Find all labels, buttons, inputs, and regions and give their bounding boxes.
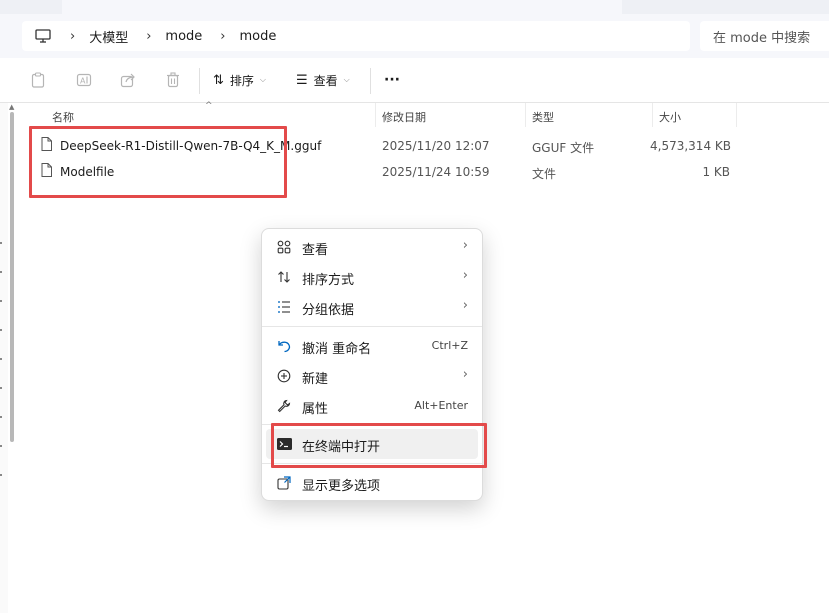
file-type: GGUF 文件 (532, 141, 595, 155)
menu-item-label: 分组依据 (302, 303, 355, 318)
sort-icon: ⇅ (213, 72, 224, 88)
view-icon: ☰ (296, 72, 308, 88)
chevron-right-icon[interactable]: › (146, 29, 151, 44)
column-header-row: ^ 名称 修改日期 类型 大小 (20, 101, 829, 127)
breadcrumb-item[interactable]: 大模型 (89, 27, 128, 46)
paste-icon[interactable] (28, 70, 48, 90)
nav-tick (0, 242, 2, 244)
chevron-right-icon[interactable]: › (220, 29, 225, 44)
address-bar-area: › 大模型 › mode › mode 在 mode 中搜索 (0, 14, 829, 58)
highlight-box-files (29, 126, 287, 198)
group-icon (276, 299, 292, 315)
chevron-right-icon: › (462, 367, 468, 382)
active-tab[interactable] (62, 0, 622, 14)
scroll-up-icon[interactable]: ▲ (9, 103, 14, 111)
column-divider[interactable] (375, 103, 376, 127)
nav-tick (0, 445, 2, 447)
menu-item-group-by[interactable]: 分组依据 › (266, 292, 478, 322)
file-modified: 2025/11/24 10:59 (382, 165, 490, 179)
toolbar-divider (199, 68, 200, 94)
chevron-down-icon: ⌵ (259, 75, 266, 84)
view-button[interactable]: ☰ 查看 ⌵ (296, 70, 350, 90)
rename-icon[interactable]: A (74, 70, 94, 90)
share-icon[interactable] (118, 70, 138, 90)
breadcrumb-item[interactable]: mode (165, 29, 202, 44)
undo-icon (276, 338, 292, 354)
column-header-name[interactable]: 名称 (52, 109, 74, 125)
sort-icon (276, 269, 292, 285)
menu-item-label: 属性 (302, 402, 329, 417)
menu-item-show-more-options[interactable]: 显示更多选项 (266, 468, 478, 498)
menu-item-undo-rename[interactable]: 撤消 重命名 Ctrl+Z (266, 331, 478, 361)
menu-item-label: 撤消 重命名 (302, 342, 372, 357)
nav-tick (0, 329, 2, 331)
tab-strip (0, 0, 829, 14)
column-header-type[interactable]: 类型 (532, 109, 554, 125)
search-input[interactable]: 在 mode 中搜索 (700, 21, 829, 51)
menu-item-sort-by[interactable]: 排序方式 › (266, 262, 478, 292)
add-circle-icon (276, 368, 292, 384)
svg-text:A: A (80, 77, 86, 86)
more-button[interactable]: ··· (384, 70, 400, 90)
nav-tick (0, 271, 2, 273)
toolbar-divider (370, 68, 371, 94)
nav-tick (0, 387, 2, 389)
menu-item-label: 新建 (302, 372, 329, 387)
menu-item-view[interactable]: 查看 › (266, 232, 478, 262)
delete-icon[interactable] (163, 70, 183, 90)
breadcrumb-item[interactable]: mode (240, 29, 277, 44)
highlight-box-terminal (271, 423, 487, 468)
vertical-scrollbar[interactable] (10, 112, 14, 442)
nav-tick (0, 300, 2, 302)
command-bar: A ⇅ 排序 ⌵ ☰ 查看 ⌵ ··· (0, 58, 829, 103)
sort-label: 排序 (229, 73, 254, 88)
file-size: 4,573,314 KB (650, 139, 731, 153)
column-header-modified[interactable]: 修改日期 (382, 109, 426, 125)
address-bar[interactable]: › 大模型 › mode › mode (22, 21, 690, 51)
chevron-right-icon: › (462, 238, 468, 253)
file-size: 1 KB (702, 165, 730, 179)
menu-item-label: 显示更多选项 (302, 479, 381, 494)
column-divider[interactable] (736, 103, 737, 127)
chevron-right-icon: › (462, 268, 468, 283)
chevron-right-icon[interactable]: › (70, 29, 75, 44)
computer-icon[interactable] (34, 27, 52, 45)
menu-item-label: 查看 (302, 243, 329, 258)
column-divider[interactable] (652, 103, 653, 127)
sort-button[interactable]: ⇅ 排序 ⌵ (213, 70, 266, 90)
menu-item-label: 排序方式 (302, 273, 355, 288)
chevron-down-icon: ⌵ (343, 75, 350, 84)
menu-divider (262, 326, 482, 327)
menu-item-new[interactable]: 新建 › (266, 361, 478, 391)
menu-item-properties[interactable]: 属性 Alt+Enter (266, 391, 478, 421)
file-modified: 2025/11/20 12:07 (382, 139, 490, 153)
nav-tick (0, 416, 2, 418)
expand-icon (276, 475, 292, 491)
nav-tick (0, 474, 2, 476)
column-header-size[interactable]: 大小 (659, 109, 681, 125)
nav-tick (0, 358, 2, 360)
sort-ascending-icon: ^ (205, 101, 213, 111)
view-label: 查看 (313, 73, 338, 88)
wrench-icon (276, 398, 292, 414)
file-type: 文件 (532, 167, 557, 181)
column-divider[interactable] (525, 103, 526, 127)
chevron-right-icon: › (462, 298, 468, 313)
shortcut-text: Ctrl+Z (431, 339, 468, 352)
shortcut-text: Alt+Enter (414, 399, 468, 412)
grid-view-icon (276, 239, 292, 255)
